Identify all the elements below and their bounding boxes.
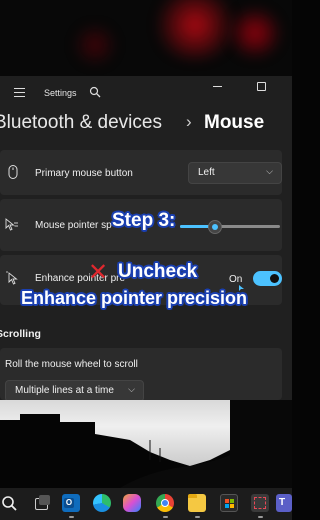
mouse-icon <box>8 165 18 179</box>
x-mark-icon: ✕ <box>88 258 109 286</box>
scroll-wheel-dropdown[interactable]: Multiple lines at a time ⌵ <box>5 380 144 402</box>
breadcrumb-parent[interactable]: Bluetooth & devices <box>0 112 162 134</box>
outlook-running-indicator <box>69 516 74 518</box>
copilot-icon[interactable] <box>123 494 141 512</box>
pointer-precision-label: Enhance pointer pre <box>35 273 126 284</box>
pointer-precision-toggle[interactable] <box>253 271 282 286</box>
teams-icon[interactable]: T <box>276 494 292 512</box>
store-icon[interactable] <box>220 494 238 512</box>
pointer-speed-icon <box>5 218 18 231</box>
search-icon[interactable] <box>89 86 101 98</box>
background-scene <box>0 400 292 488</box>
chevron-down-icon: ⌵ <box>128 384 135 394</box>
primary-mouse-button-dropdown[interactable]: Left ⌵ <box>188 162 282 184</box>
instruction-caption: Enhance pointer precision <box>21 288 248 308</box>
uncheck-caption: Uncheck <box>118 261 198 282</box>
scrolling-section-title: Scrolling <box>0 328 41 340</box>
scroll-wheel-value: Multiple lines at a time <box>15 385 114 396</box>
snipping-tool-icon[interactable] <box>251 494 269 512</box>
snipping-tool-running-indicator <box>258 516 263 518</box>
pointer-speed-slider-thumb[interactable] <box>208 220 222 234</box>
edge-icon[interactable] <box>93 494 111 512</box>
window-title: Settings <box>44 88 77 98</box>
chevron-down-icon: ⌵ <box>266 166 273 176</box>
task-view-icon[interactable] <box>33 494 51 512</box>
background-art <box>0 0 292 76</box>
scroll-wheel-label: Roll the mouse wheel to scroll <box>5 359 138 370</box>
primary-mouse-button-value: Left <box>198 167 215 178</box>
maximize-button[interactable] <box>257 82 266 91</box>
pointer-precision-icon <box>6 271 18 285</box>
pointer-speed-label: Mouse pointer sp <box>35 220 112 231</box>
outlook-icon[interactable]: O <box>62 494 80 512</box>
breadcrumb-separator: › <box>186 112 192 131</box>
file-explorer-icon[interactable] <box>188 494 206 512</box>
primary-mouse-button-label: Primary mouse button <box>35 168 133 179</box>
file-explorer-running-indicator <box>195 516 200 518</box>
chrome-running-indicator <box>163 516 168 518</box>
step-caption: Step 3: <box>112 210 176 231</box>
minimize-button[interactable] <box>213 86 222 87</box>
hamburger-menu-icon[interactable] <box>14 88 25 97</box>
chrome-icon[interactable] <box>156 494 174 512</box>
search-icon[interactable] <box>0 494 18 512</box>
page-title: Mouse <box>204 112 265 133</box>
